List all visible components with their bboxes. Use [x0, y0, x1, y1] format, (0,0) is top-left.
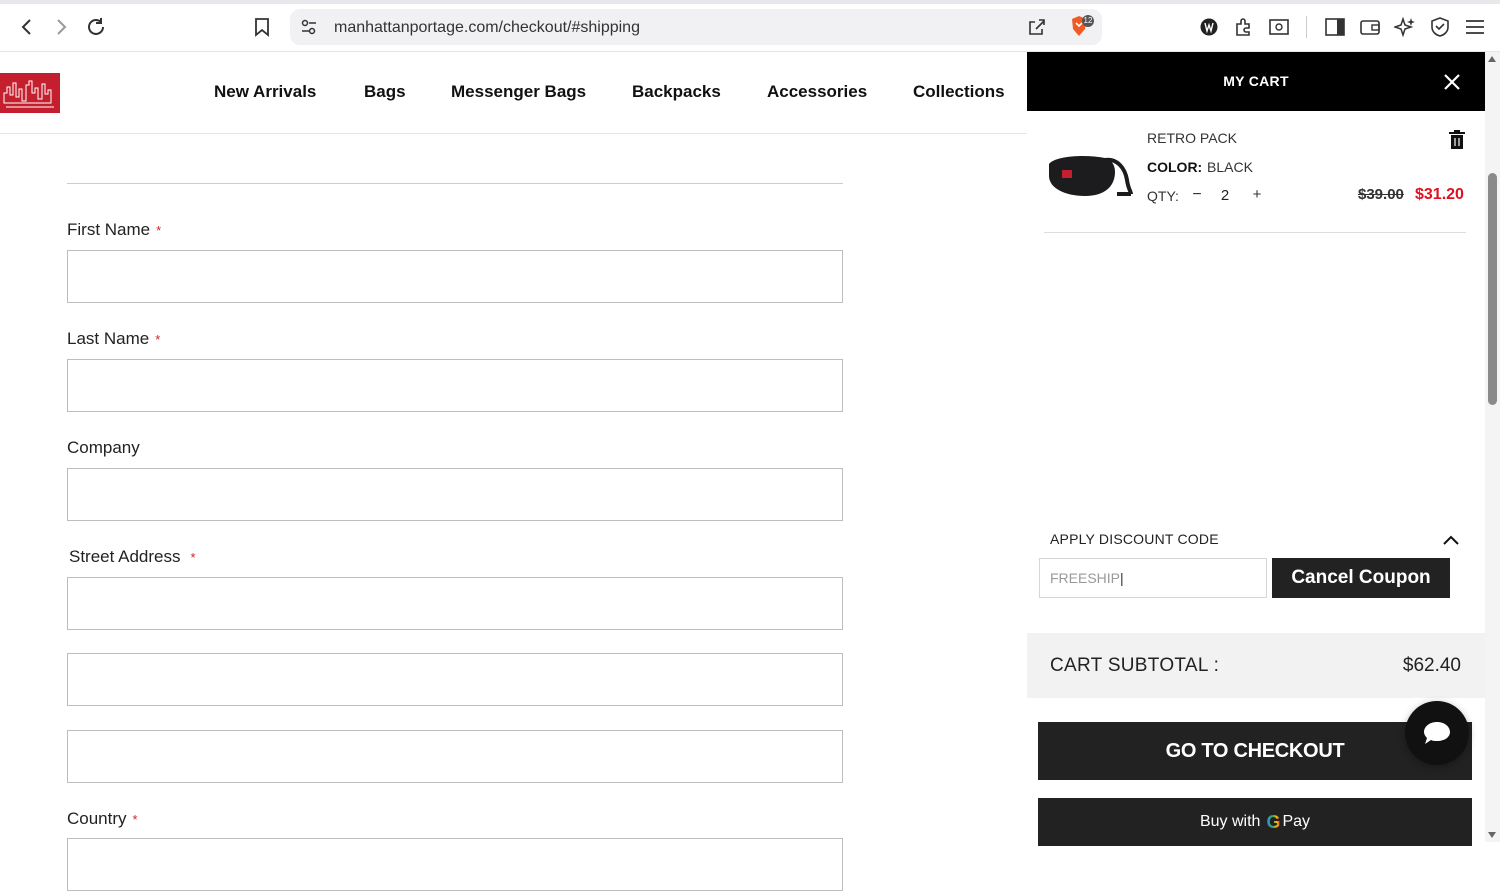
brave-shields-icon[interactable]: 12: [1068, 14, 1094, 45]
brave-badge: 12: [1083, 16, 1093, 25]
discount-toggle-label[interactable]: APPLY DISCOUNT CODE: [1050, 531, 1219, 547]
vpn-shield-icon[interactable]: [1427, 14, 1453, 40]
extensions-icon[interactable]: [1231, 14, 1257, 40]
google-g-icon: G: [1266, 811, 1281, 832]
cart-title: MY CART: [1223, 73, 1289, 89]
company-input[interactable]: [67, 468, 843, 521]
cart-header: MY CART: [1027, 52, 1485, 111]
tab-strip-edge: [0, 0, 1500, 4]
close-icon[interactable]: [1440, 70, 1464, 94]
site-header: New Arrivals Bags Messenger Bags Backpac…: [0, 52, 1027, 134]
qty-increase-button[interactable]: +: [1249, 186, 1265, 203]
color-label: COLOR:: [1147, 159, 1203, 175]
qty-label: QTY:: [1147, 188, 1179, 204]
qty-value[interactable]: 2: [1217, 187, 1233, 204]
required-marker: *: [156, 223, 162, 238]
nav-collections[interactable]: Collections: [913, 82, 1005, 102]
section-divider: [67, 183, 843, 184]
browser-toolbar: manhattanportage.com/checkout/#shipping …: [0, 0, 1500, 52]
toolbar-separator: [1306, 16, 1307, 38]
nav-bags[interactable]: Bags: [364, 82, 406, 102]
street-address-line3-input[interactable]: [67, 730, 843, 783]
sidebar-icon[interactable]: [1322, 14, 1348, 40]
last-name-label: Last Name *: [67, 329, 161, 348]
menu-icon[interactable]: [1462, 14, 1488, 40]
nav-backpacks[interactable]: Backpacks: [632, 82, 721, 102]
scroll-up-arrow[interactable]: [1488, 56, 1496, 62]
first-name-label: First Name *: [67, 220, 162, 239]
last-name-input[interactable]: [67, 359, 843, 412]
screenshot-icon[interactable]: [1266, 14, 1292, 40]
chevron-up-icon[interactable]: [1441, 532, 1461, 548]
required-marker: *: [155, 332, 161, 347]
country-select[interactable]: [67, 838, 843, 891]
nav-messenger-bags[interactable]: Messenger Bags: [451, 82, 586, 102]
wallet-icon[interactable]: [1357, 14, 1383, 40]
manhattan-portage-logo[interactable]: [0, 73, 60, 113]
site-settings-icon[interactable]: [300, 19, 318, 40]
reload-icon[interactable]: [83, 14, 109, 40]
google-pay-button[interactable]: Buy with G Pay: [1038, 798, 1472, 846]
subtotal-value: $62.40: [1402, 655, 1461, 676]
product-name[interactable]: RETRO PACK: [1147, 130, 1237, 146]
back-icon[interactable]: [14, 14, 40, 40]
nav-accessories[interactable]: Accessories: [767, 82, 867, 102]
original-price: $39.00: [1358, 186, 1404, 203]
bookmark-icon[interactable]: [249, 14, 275, 40]
shipping-form: First Name * Last Name * Company Street Ad…: [0, 134, 1027, 891]
cancel-coupon-button[interactable]: Cancel Coupon: [1272, 558, 1450, 598]
address-bar[interactable]: manhattanportage.com/checkout/#shipping …: [290, 9, 1102, 45]
scroll-down-arrow[interactable]: [1488, 832, 1496, 838]
chat-icon[interactable]: [1405, 701, 1469, 765]
nav-new-arrivals[interactable]: New Arrivals: [214, 82, 316, 102]
gpay-prefix: Buy with: [1199, 813, 1261, 830]
cart-subtotal: CART SUBTOTAL : $62.40: [1027, 633, 1485, 698]
sale-price: $31.20: [1415, 186, 1464, 203]
page-scrollbar[interactable]: [1485, 52, 1500, 842]
qty-decrease-button[interactable]: −: [1189, 186, 1205, 204]
url-text[interactable]: manhattanportage.com/checkout/#shipping: [334, 19, 640, 37]
forward-icon[interactable]: [48, 14, 74, 40]
gpay-suffix: Pay: [1282, 813, 1311, 830]
street-address-label: Street Address *: [69, 547, 196, 566]
scrollbar-thumb[interactable]: [1488, 173, 1497, 405]
company-label: Company: [67, 438, 140, 457]
subtotal-label: CART SUBTOTAL :: [1050, 655, 1220, 676]
item-divider: [1044, 232, 1466, 233]
coupon-input[interactable]: FREESHIP|: [1039, 558, 1267, 598]
share-icon[interactable]: [1027, 17, 1047, 42]
account-icon[interactable]: [1196, 14, 1222, 40]
color-value: BLACK: [1207, 159, 1253, 175]
street-address-line2-input[interactable]: [67, 653, 843, 706]
street-address-line1-input[interactable]: [67, 577, 843, 630]
trash-icon[interactable]: [1448, 130, 1466, 150]
leo-ai-icon[interactable]: [1392, 14, 1418, 40]
country-label: Country *: [67, 809, 138, 828]
first-name-input[interactable]: [67, 250, 843, 303]
required-marker: *: [132, 812, 138, 827]
required-marker: *: [190, 550, 196, 565]
product-image[interactable]: [1045, 150, 1133, 202]
